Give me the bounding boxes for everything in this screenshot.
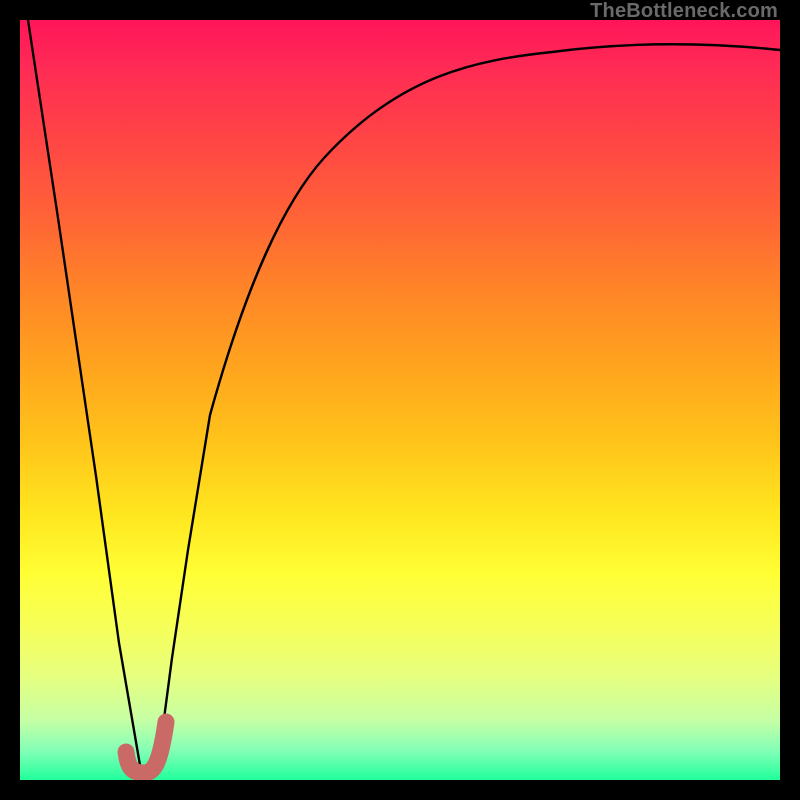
plot-area bbox=[20, 20, 780, 780]
chart-svg bbox=[20, 20, 780, 780]
watermark-text: TheBottleneck.com bbox=[590, 0, 778, 23]
chart-frame: TheBottleneck.com bbox=[0, 0, 800, 800]
bottleneck-curve bbox=[28, 20, 780, 772]
optimal-range-marker bbox=[126, 722, 166, 773]
